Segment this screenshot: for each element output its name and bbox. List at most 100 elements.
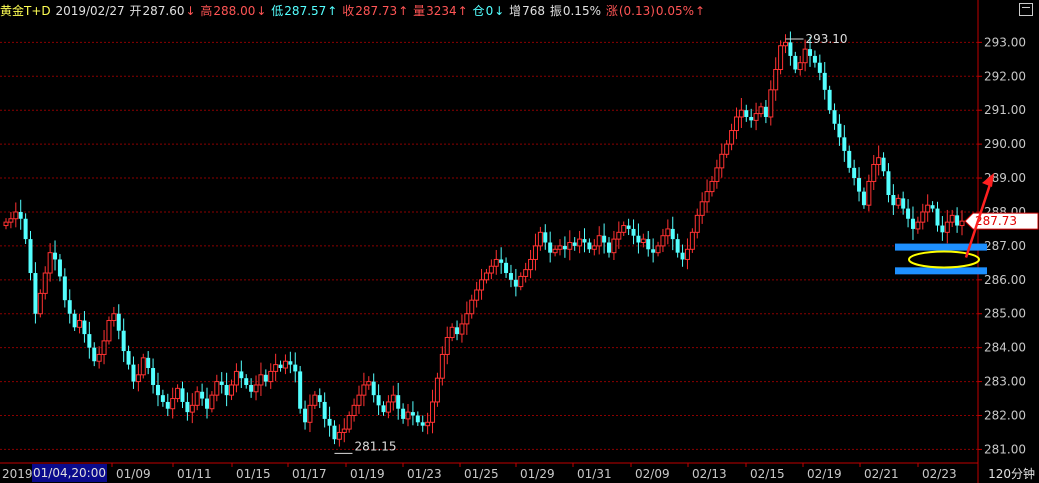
candle-body (665, 228, 671, 237)
candle-body (684, 248, 690, 260)
candle-body (499, 259, 504, 263)
candle-body (87, 334, 92, 348)
candle-body (543, 232, 548, 243)
candle-body (895, 197, 901, 206)
candle-body (459, 323, 465, 335)
candle-body (263, 374, 268, 382)
candle-body (151, 368, 156, 385)
candle-body (282, 360, 288, 369)
candle-body (273, 364, 279, 372)
candle-body (523, 269, 529, 277)
y-tick-label: 283.00 (984, 375, 1026, 389)
candle-body (483, 272, 489, 281)
candle-body (955, 215, 960, 226)
candle-body (670, 228, 675, 240)
candle-body (778, 45, 784, 70)
candle-body (170, 398, 176, 410)
candle-body (229, 384, 235, 396)
candle-body (940, 225, 945, 233)
candle-body (385, 401, 391, 413)
candle-body (901, 198, 906, 209)
candle-body (361, 384, 367, 396)
candle-body (729, 130, 735, 145)
candle-body (655, 245, 661, 254)
candle-body (749, 116, 754, 121)
candle-body (714, 167, 720, 182)
candle-body (915, 221, 921, 230)
candle-body (611, 238, 617, 254)
candle-body (582, 239, 587, 243)
y-tick-label: 285.00 (984, 307, 1026, 321)
x-tick-label: 01/23 (407, 467, 442, 481)
y-tick-label: 281.00 (984, 442, 1026, 456)
candle-body (430, 401, 436, 423)
candle-body (420, 422, 425, 426)
candle-body (493, 258, 499, 267)
candle-body (832, 110, 837, 124)
candle-body (733, 116, 739, 132)
candle-body (224, 384, 229, 396)
x-tick-label: 02/13 (692, 467, 727, 481)
candle-body (62, 276, 67, 301)
candle-body (444, 336, 450, 355)
candle-body (646, 239, 651, 250)
candle-body (596, 235, 602, 247)
candle-body (857, 178, 862, 192)
x-tick-label: 01/29 (520, 467, 555, 481)
candle-body (126, 351, 131, 365)
x-tick-label: 02/15 (750, 467, 785, 481)
candle-body (817, 62, 822, 73)
candle-body (303, 408, 308, 423)
candle-body (959, 220, 965, 227)
candle-body (587, 242, 592, 250)
candle-body (910, 218, 915, 229)
candlestick-chart[interactable]: 281.00 282.00 283.00 284.00 285.00 286.00 287.… (0, 0, 1039, 483)
candle-body (189, 404, 195, 413)
candle-body (278, 364, 283, 369)
candle-body (626, 225, 631, 229)
candle-body (768, 89, 774, 118)
x-tick-label: 01/09 (116, 467, 151, 481)
candle-body (528, 258, 534, 271)
candle-body (312, 394, 318, 406)
candle-body (488, 265, 494, 274)
period-selector[interactable]: 120分钟 (986, 465, 1037, 483)
candle-body (449, 326, 455, 338)
candle-body (401, 408, 406, 419)
candle-body (42, 272, 48, 294)
candle-body (827, 89, 832, 111)
candle-body (651, 249, 656, 253)
candle-body (744, 110, 749, 117)
candle-body (53, 252, 58, 260)
candle-body (37, 292, 43, 315)
candle-body (753, 113, 759, 121)
candle-body (410, 412, 415, 416)
x-tick-label: 01/17 (292, 467, 327, 481)
candle-body (906, 208, 911, 219)
candle-body (847, 150, 852, 168)
candle-body (111, 313, 117, 322)
x-tick-label: 02/21 (864, 467, 899, 481)
candle-body (724, 143, 730, 155)
x-tick-label: 01/11 (177, 467, 212, 481)
candle-body (930, 205, 935, 209)
candle-body (92, 347, 97, 362)
support-band-top (895, 243, 987, 251)
candle-body (194, 391, 200, 406)
candle-body (680, 252, 685, 260)
candle-body (341, 428, 347, 433)
cursor-time-label: 01/04,20:00 (32, 464, 107, 482)
x-tick-label: 02/19 (807, 467, 842, 481)
candle-body (891, 195, 896, 206)
candle-body (214, 381, 220, 396)
candle-body (808, 49, 813, 56)
last-price-label: 287.73 (975, 214, 1017, 228)
x-tick-label: 01/19 (350, 467, 385, 481)
candle-body (464, 313, 470, 325)
candle-body (307, 404, 313, 423)
candle-body (504, 262, 509, 274)
chart-annotations: 293.10 281.15 287.73 (334, 32, 1039, 454)
x-tick-label: 02/09 (635, 467, 670, 481)
candle-body (28, 239, 33, 274)
candle-body (866, 180, 872, 206)
